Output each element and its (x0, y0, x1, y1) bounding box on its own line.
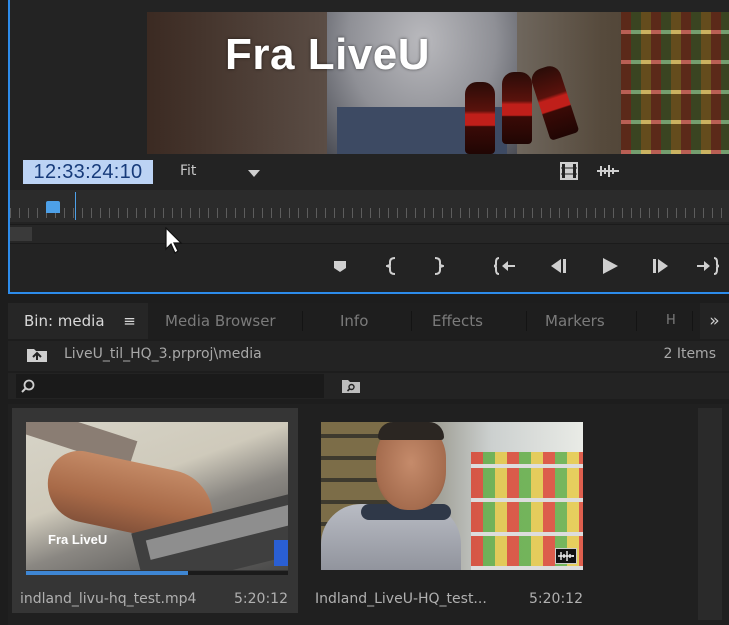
tab-divider (692, 311, 693, 331)
clip-scrub-bar[interactable] (26, 571, 288, 575)
playhead-handle[interactable] (46, 201, 60, 213)
bin-path-row: LiveU_til_HQ_3.prproj\media 2 Items (8, 341, 729, 371)
search-row (8, 373, 729, 399)
clip-duration: 5:20:12 (234, 591, 288, 607)
search-input[interactable] (16, 374, 324, 398)
add-marker-button[interactable] (325, 253, 355, 279)
source-monitor: Fra LiveU 12:33:24:10 Fit (8, 0, 729, 294)
step-forward-icon (653, 259, 668, 273)
bin-scrollbar[interactable] (698, 408, 722, 620)
video-shelf-products (621, 12, 729, 154)
zoom-scrollbar-handle[interactable] (10, 227, 32, 241)
mark-out-button[interactable] (423, 253, 453, 279)
panel-tab-bar: Bin: media ≡ Media Browser Info Effects … (8, 303, 729, 339)
new-search-bin-icon[interactable] (341, 378, 361, 394)
tab-bin-media[interactable]: Bin: media ≡ (8, 303, 148, 339)
mark-out-icon (434, 257, 444, 275)
go-to-out-icon (697, 257, 719, 275)
tab-effects[interactable]: Effects (432, 303, 524, 339)
time-ruler[interactable] (10, 190, 729, 222)
audio-waveform-icon[interactable] (596, 163, 620, 179)
play-button[interactable] (595, 253, 625, 279)
clip-item[interactable]: Indland_LiveU-HQ_test... 5:20:12 (307, 408, 593, 613)
clip-duration: 5:20:12 (529, 591, 583, 607)
playhead-line (75, 192, 76, 220)
clip-thumbnail[interactable]: Fra LiveU (26, 422, 288, 570)
search-icon (21, 379, 35, 393)
thumb-hair (378, 422, 444, 440)
mark-in-icon (386, 257, 396, 275)
tab-divider (636, 311, 637, 331)
go-to-out-button[interactable] (693, 253, 723, 279)
folder-up-icon[interactable] (26, 347, 48, 363)
tab-overflow-button[interactable]: » (700, 303, 729, 339)
tab-label: Info (340, 312, 369, 330)
thumb-blue-object (274, 540, 288, 566)
tab-divider (302, 311, 303, 331)
marker-icon (334, 261, 346, 272)
clip-thumbnail[interactable] (321, 422, 583, 570)
tab-label: Effects (432, 312, 483, 330)
step-forward-button[interactable] (646, 253, 676, 279)
tab-history[interactable]: H (666, 303, 678, 339)
go-to-in-icon (494, 257, 515, 275)
video-bottle (502, 72, 532, 144)
tab-divider (526, 311, 527, 331)
tab-label: Media Browser (165, 312, 276, 330)
go-to-in-button[interactable] (490, 253, 520, 279)
video-bottle (465, 82, 495, 154)
mouse-cursor-icon (165, 227, 183, 254)
tab-markers[interactable]: Markers (545, 303, 635, 339)
bin-icon-view: Fra LiveU indland_livu-hq_test.mp4 5:20:… (8, 404, 729, 625)
tab-label: Bin: media (24, 312, 105, 330)
film-icon[interactable] (560, 162, 578, 180)
mark-in-button[interactable] (377, 253, 407, 279)
thumb-caption: Fra LiveU (48, 532, 108, 547)
ruler-ticks (10, 208, 729, 218)
zoom-level-select[interactable]: Fit (180, 163, 196, 179)
tab-divider (411, 311, 412, 331)
panel-menu-icon[interactable]: ≡ (123, 312, 136, 330)
play-icon (603, 258, 618, 274)
clip-item[interactable]: Fra LiveU indland_livu-hq_test.mp4 5:20:… (12, 408, 298, 613)
step-back-button[interactable] (543, 253, 573, 279)
video-preview[interactable]: Fra LiveU (147, 12, 729, 154)
tab-info[interactable]: Info (340, 303, 410, 339)
bin-path: LiveU_til_HQ_3.prproj\media (64, 346, 262, 362)
chevron-down-icon[interactable] (248, 170, 260, 177)
clip-name[interactable]: indland_livu-hq_test.mp4 (20, 591, 196, 607)
video-bottle (528, 63, 580, 141)
video-caption: Fra LiveU (225, 30, 431, 79)
zoom-scrollbar[interactable] (10, 224, 729, 244)
tab-label: Markers (545, 312, 605, 330)
clip-name[interactable]: Indland_LiveU-HQ_test... (315, 591, 487, 607)
clip-scrub-progress (26, 571, 189, 575)
item-count: 2 Items (663, 346, 716, 362)
tab-label: H (666, 313, 676, 328)
tab-media-browser[interactable]: Media Browser (165, 303, 301, 339)
audio-waveform-icon (555, 548, 577, 564)
playhead-timecode[interactable]: 12:33:24:10 (23, 160, 153, 184)
step-back-icon (551, 259, 566, 273)
